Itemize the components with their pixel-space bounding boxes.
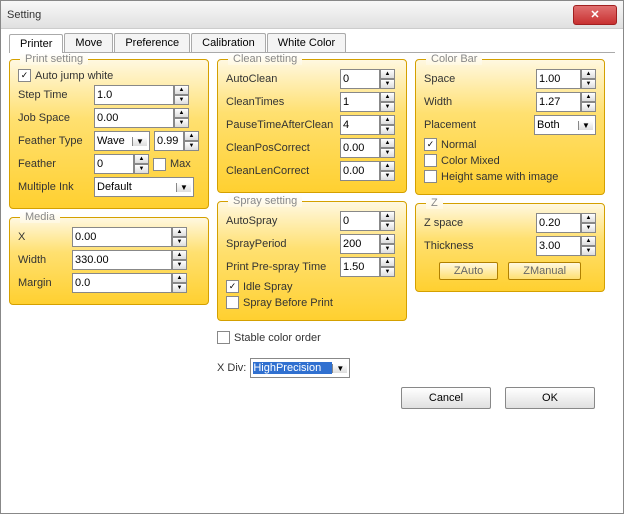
cleanpos-spinner[interactable]: ▲▼ bbox=[340, 138, 395, 158]
media-margin-spinner[interactable]: ▲▼ bbox=[72, 273, 187, 293]
group-print-setting: Print setting ✓ Auto jump white Step Tim… bbox=[9, 59, 209, 209]
pausetime-spinner[interactable]: ▲▼ bbox=[340, 115, 395, 135]
close-icon: ✕ bbox=[590, 8, 599, 21]
ok-button[interactable]: OK bbox=[505, 387, 595, 409]
stable-color-order-label: Stable color order bbox=[234, 332, 321, 344]
prespray-label: Print Pre-spray Time bbox=[226, 261, 336, 273]
autospray-spinner[interactable]: ▲▼ bbox=[340, 211, 395, 231]
thickness-spinner[interactable]: ▲▼ bbox=[536, 236, 596, 256]
tab-printer[interactable]: Printer bbox=[9, 34, 63, 53]
group-color-bar: Color Bar Space▲▼ Width▲▼ PlacementBoth▼… bbox=[415, 59, 605, 195]
media-width-spinner[interactable]: ▲▼ bbox=[72, 250, 187, 270]
cleantimes-spinner[interactable]: ▲▼ bbox=[340, 92, 395, 112]
xdiv-label: X Div: bbox=[217, 362, 246, 374]
tab-preference[interactable]: Preference bbox=[114, 33, 190, 52]
cb-heightsame-label: Height same with image bbox=[441, 171, 558, 183]
cb-normal-checkbox[interactable]: ✓ bbox=[424, 138, 437, 151]
zmanual-button[interactable]: ZManual bbox=[508, 262, 581, 280]
auto-jump-white-label: Auto jump white bbox=[35, 70, 113, 82]
max-label: Max bbox=[170, 158, 191, 170]
spraybefore-label: Spray Before Print bbox=[243, 297, 333, 309]
xdiv-combo[interactable]: HighPrecision▼ bbox=[250, 358, 350, 378]
legend-clean-setting: Clean setting bbox=[228, 53, 302, 65]
media-x-label: X bbox=[18, 231, 68, 243]
group-spray-setting: Spray setting AutoSpray▲▼ SprayPeriod▲▼ … bbox=[217, 201, 407, 321]
stable-color-order-checkbox[interactable] bbox=[217, 331, 230, 344]
tab-calibration[interactable]: Calibration bbox=[191, 33, 266, 52]
media-width-label: Width bbox=[18, 254, 68, 266]
media-x-spinner[interactable]: ▲▼ bbox=[72, 227, 187, 247]
zspace-spinner[interactable]: ▲▼ bbox=[536, 213, 596, 233]
group-clean-setting: Clean setting AutoClean▲▼ CleanTimes▲▼ P… bbox=[217, 59, 407, 193]
window-title: Setting bbox=[7, 9, 573, 21]
feather-label: Feather bbox=[18, 158, 90, 170]
group-media: Media X ▲▼ Width ▲▼ Margin ▲▼ bbox=[9, 217, 209, 305]
auto-jump-white-checkbox[interactable]: ✓ bbox=[18, 69, 31, 82]
cb-space-spinner[interactable]: ▲▼ bbox=[536, 69, 596, 89]
legend-spray-setting: Spray setting bbox=[228, 195, 302, 207]
cb-space-label: Space bbox=[424, 73, 494, 85]
sprayperiod-label: SprayPeriod bbox=[226, 238, 336, 250]
cleanlen-label: CleanLenCorrect bbox=[226, 165, 336, 177]
sprayperiod-spinner[interactable]: ▲▼ bbox=[340, 234, 395, 254]
media-margin-label: Margin bbox=[18, 277, 68, 289]
autoclean-label: AutoClean bbox=[226, 73, 336, 85]
cleanlen-spinner[interactable]: ▲▼ bbox=[340, 161, 395, 181]
legend-color-bar: Color Bar bbox=[426, 53, 482, 65]
close-button[interactable]: ✕ bbox=[573, 5, 617, 25]
spin-down-icon[interactable]: ▼ bbox=[174, 95, 189, 105]
titlebar: Setting ✕ bbox=[1, 1, 623, 29]
tab-strip: Printer Move Preference Calibration Whit… bbox=[9, 33, 615, 53]
prespray-spinner[interactable]: ▲▼ bbox=[340, 257, 395, 277]
step-time-label: Step Time bbox=[18, 89, 90, 101]
legend-media: Media bbox=[20, 211, 60, 223]
multiple-ink-label: Multiple Ink bbox=[18, 181, 90, 193]
settings-window: Setting ✕ Printer Move Preference Calibr… bbox=[0, 0, 624, 514]
job-space-spinner[interactable]: ▲▼ bbox=[94, 108, 189, 128]
feather-spinner[interactable]: ▲▼ bbox=[94, 154, 149, 174]
chevron-down-icon: ▼ bbox=[332, 364, 347, 373]
legend-z: Z bbox=[426, 197, 443, 209]
autospray-label: AutoSpray bbox=[226, 215, 336, 227]
chevron-down-icon: ▼ bbox=[132, 137, 147, 146]
spin-up-icon[interactable]: ▲ bbox=[174, 85, 189, 95]
cb-colormixed-label: Color Mixed bbox=[441, 155, 500, 167]
max-checkbox[interactable] bbox=[153, 158, 166, 171]
group-z: Z Z space▲▼ Thickness▲▼ ZAuto ZManual bbox=[415, 203, 605, 292]
job-space-label: Job Space bbox=[18, 112, 90, 124]
thickness-label: Thickness bbox=[424, 240, 494, 252]
zspace-label: Z space bbox=[424, 217, 494, 229]
step-time-spinner[interactable]: ▲▼ bbox=[94, 85, 189, 105]
feather-type-combo[interactable]: Wave▼ bbox=[94, 131, 150, 151]
cb-placement-label: Placement bbox=[424, 119, 494, 131]
idlespray-label: Idle Spray bbox=[243, 281, 293, 293]
chevron-down-icon: ▼ bbox=[176, 183, 191, 192]
tab-white-color[interactable]: White Color bbox=[267, 33, 346, 52]
tab-move[interactable]: Move bbox=[64, 33, 113, 52]
feather-type-num-spinner[interactable]: ▲▼ bbox=[154, 131, 199, 151]
zauto-button[interactable]: ZAuto bbox=[439, 262, 498, 280]
multiple-ink-combo[interactable]: Default▼ bbox=[94, 177, 194, 197]
cb-heightsame-checkbox[interactable] bbox=[424, 170, 437, 183]
cb-width-spinner[interactable]: ▲▼ bbox=[536, 92, 596, 112]
cb-colormixed-checkbox[interactable] bbox=[424, 154, 437, 167]
cleantimes-label: CleanTimes bbox=[226, 96, 336, 108]
cancel-button[interactable]: Cancel bbox=[401, 387, 491, 409]
legend-print-setting: Print setting bbox=[20, 53, 88, 65]
cb-normal-label: Normal bbox=[441, 139, 476, 151]
cb-width-label: Width bbox=[424, 96, 494, 108]
pausetime-label: PauseTimeAfterClean bbox=[226, 119, 336, 131]
autoclean-spinner[interactable]: ▲▼ bbox=[340, 69, 395, 89]
cleanpos-label: CleanPosCorrect bbox=[226, 142, 336, 154]
idlespray-checkbox[interactable]: ✓ bbox=[226, 280, 239, 293]
feather-type-label: Feather Type bbox=[18, 135, 90, 147]
cb-placement-combo[interactable]: Both▼ bbox=[534, 115, 596, 135]
spraybefore-checkbox[interactable] bbox=[226, 296, 239, 309]
chevron-down-icon: ▼ bbox=[578, 121, 593, 130]
